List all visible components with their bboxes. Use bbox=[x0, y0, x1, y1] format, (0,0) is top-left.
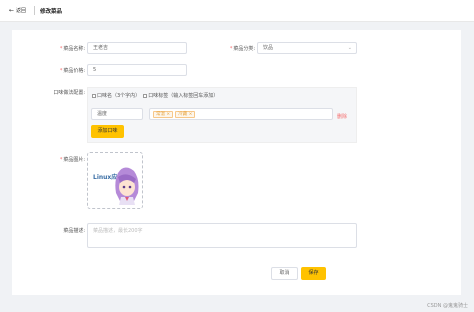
category-label: *菜品分类: bbox=[229, 46, 255, 52]
form-card: *菜品名称: 王老吉 *菜品分类: 饮品 ⌄ *菜品价格: 5 口味做法配置: … bbox=[12, 30, 461, 295]
back-link[interactable]: ← 返回 bbox=[9, 7, 26, 14]
flavor-tag: 冷藏 × bbox=[175, 111, 196, 118]
flavor-tag: 常温 × bbox=[153, 111, 174, 118]
checkbox-icon bbox=[143, 93, 148, 98]
add-flavor-button[interactable]: 添加口味 bbox=[91, 125, 124, 138]
flavor-option-tags[interactable]: 口味标签（输入标签回车添加） bbox=[143, 92, 218, 99]
flavor-tags-input[interactable]: 常温 × 冷藏 × bbox=[149, 108, 333, 120]
chevron-down-icon: ⌄ bbox=[347, 45, 352, 51]
description-label: 菜品描述: bbox=[63, 228, 85, 234]
flavor-option-name[interactable]: 口味名（3个字内） bbox=[92, 92, 140, 99]
flavor-label: 口味做法配置: bbox=[53, 90, 85, 96]
name-label: *菜品名称: bbox=[59, 46, 85, 52]
required-mark: * bbox=[59, 68, 63, 74]
checkbox-icon bbox=[92, 93, 96, 98]
description-textarea[interactable]: 菜品描述，最长200字 bbox=[87, 223, 357, 248]
header-divider bbox=[34, 6, 35, 15]
back-label: 返回 bbox=[16, 8, 27, 14]
category-value: 饮品 bbox=[263, 45, 274, 51]
page-title: 修改菜品 bbox=[40, 9, 63, 15]
top-bar: ← 返回 修改菜品 bbox=[0, 0, 474, 22]
flavor-name-input[interactable]: 温度 bbox=[91, 108, 143, 120]
delete-flavor-link[interactable]: 删除 bbox=[337, 113, 347, 120]
dish-image bbox=[115, 167, 139, 205]
watermark: CSDN @鬼鬼骑士 bbox=[427, 303, 468, 309]
required-mark: * bbox=[59, 46, 63, 52]
price-input[interactable]: 5 bbox=[87, 64, 187, 76]
image-label: *菜品图片: bbox=[59, 157, 85, 163]
dish-name-input[interactable]: 王老吉 bbox=[87, 42, 187, 54]
flavor-options: 口味名（3个字内） 口味标签（输入标签回车添加） bbox=[92, 92, 218, 99]
save-button[interactable]: 保存 bbox=[301, 267, 326, 280]
required-mark: * bbox=[229, 46, 233, 52]
required-mark: * bbox=[59, 157, 63, 163]
image-upload[interactable]: Linux应用 bbox=[87, 152, 143, 209]
category-select[interactable]: 饮品 ⌄ bbox=[257, 42, 357, 54]
arrow-left-icon: ← bbox=[9, 6, 15, 14]
price-label: *菜品价格: bbox=[59, 68, 85, 74]
cancel-button[interactable]: 取消 bbox=[271, 267, 298, 280]
